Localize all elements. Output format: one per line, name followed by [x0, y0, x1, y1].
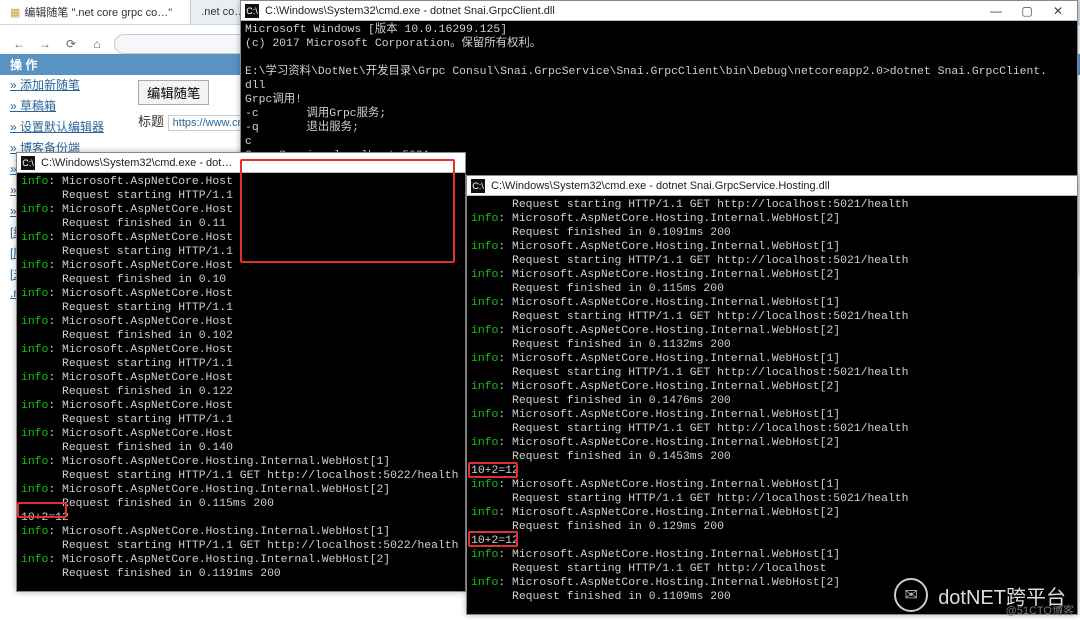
sidebar-item-1[interactable]: » 草稿箱 [0, 95, 130, 116]
terminal-right-title: C:\Windows\System32\cmd.exe - dotnet Sna… [491, 179, 1073, 193]
browser-tab-1-label: 编辑随笔 ".net core grpc co…" [24, 4, 172, 20]
sidebar-item-0[interactable]: » 添加新随笔 [0, 74, 130, 95]
credit-text: @51CTO博客 [1006, 602, 1074, 618]
wechat-icon: ✉ [894, 578, 928, 612]
browser-tab-1[interactable]: ▦ 编辑随笔 ".net core grpc co…" [0, 0, 191, 24]
terminal-left-titlebar[interactable]: C:\ C:\Windows\System32\cmd.exe - dot… [17, 153, 465, 173]
terminal-left-body[interactable]: info: Microsoft.AspNetCore.Host Request … [17, 173, 465, 583]
terminal-right: C:\ C:\Windows\System32\cmd.exe - dotnet… [466, 175, 1078, 615]
back-icon[interactable]: ← [10, 37, 28, 51]
terminal-top-title: C:\Windows\System32\cmd.exe - dotnet Sna… [265, 4, 981, 18]
terminal-left-title: C:\Windows\System32\cmd.exe - dot… [41, 156, 461, 170]
terminal-top-titlebar[interactable]: C:\ C:\Windows\System32\cmd.exe - dotnet… [241, 1, 1077, 21]
cmd-icon: C:\ [471, 179, 485, 193]
cmd-icon: C:\ [245, 4, 259, 18]
terminal-left: C:\ C:\Windows\System32\cmd.exe - dot… i… [16, 152, 466, 592]
maximize-icon[interactable]: ▢ [1012, 1, 1042, 21]
cmd-icon: C:\ [21, 156, 35, 170]
title-label: 标题 [138, 114, 164, 129]
edit-post-button[interactable]: 编辑随笔 [138, 80, 209, 105]
reload-icon[interactable]: ⟳ [62, 37, 80, 51]
sidebar-item-2[interactable]: » 设置默认编辑器 [0, 116, 130, 137]
minimize-icon[interactable]: — [981, 1, 1011, 21]
terminal-right-titlebar[interactable]: C:\ C:\Windows\System32\cmd.exe - dotnet… [467, 176, 1077, 196]
browser-tab-2-label: .net co… [201, 6, 245, 18]
close-icon[interactable]: ✕ [1043, 1, 1073, 21]
newfile-icon: ▦ [10, 6, 20, 19]
home-icon[interactable]: ⌂ [88, 37, 106, 51]
forward-icon[interactable]: → [36, 37, 54, 51]
terminal-right-body[interactable]: Request starting HTTP/1.1 GET http://loc… [467, 196, 1077, 606]
